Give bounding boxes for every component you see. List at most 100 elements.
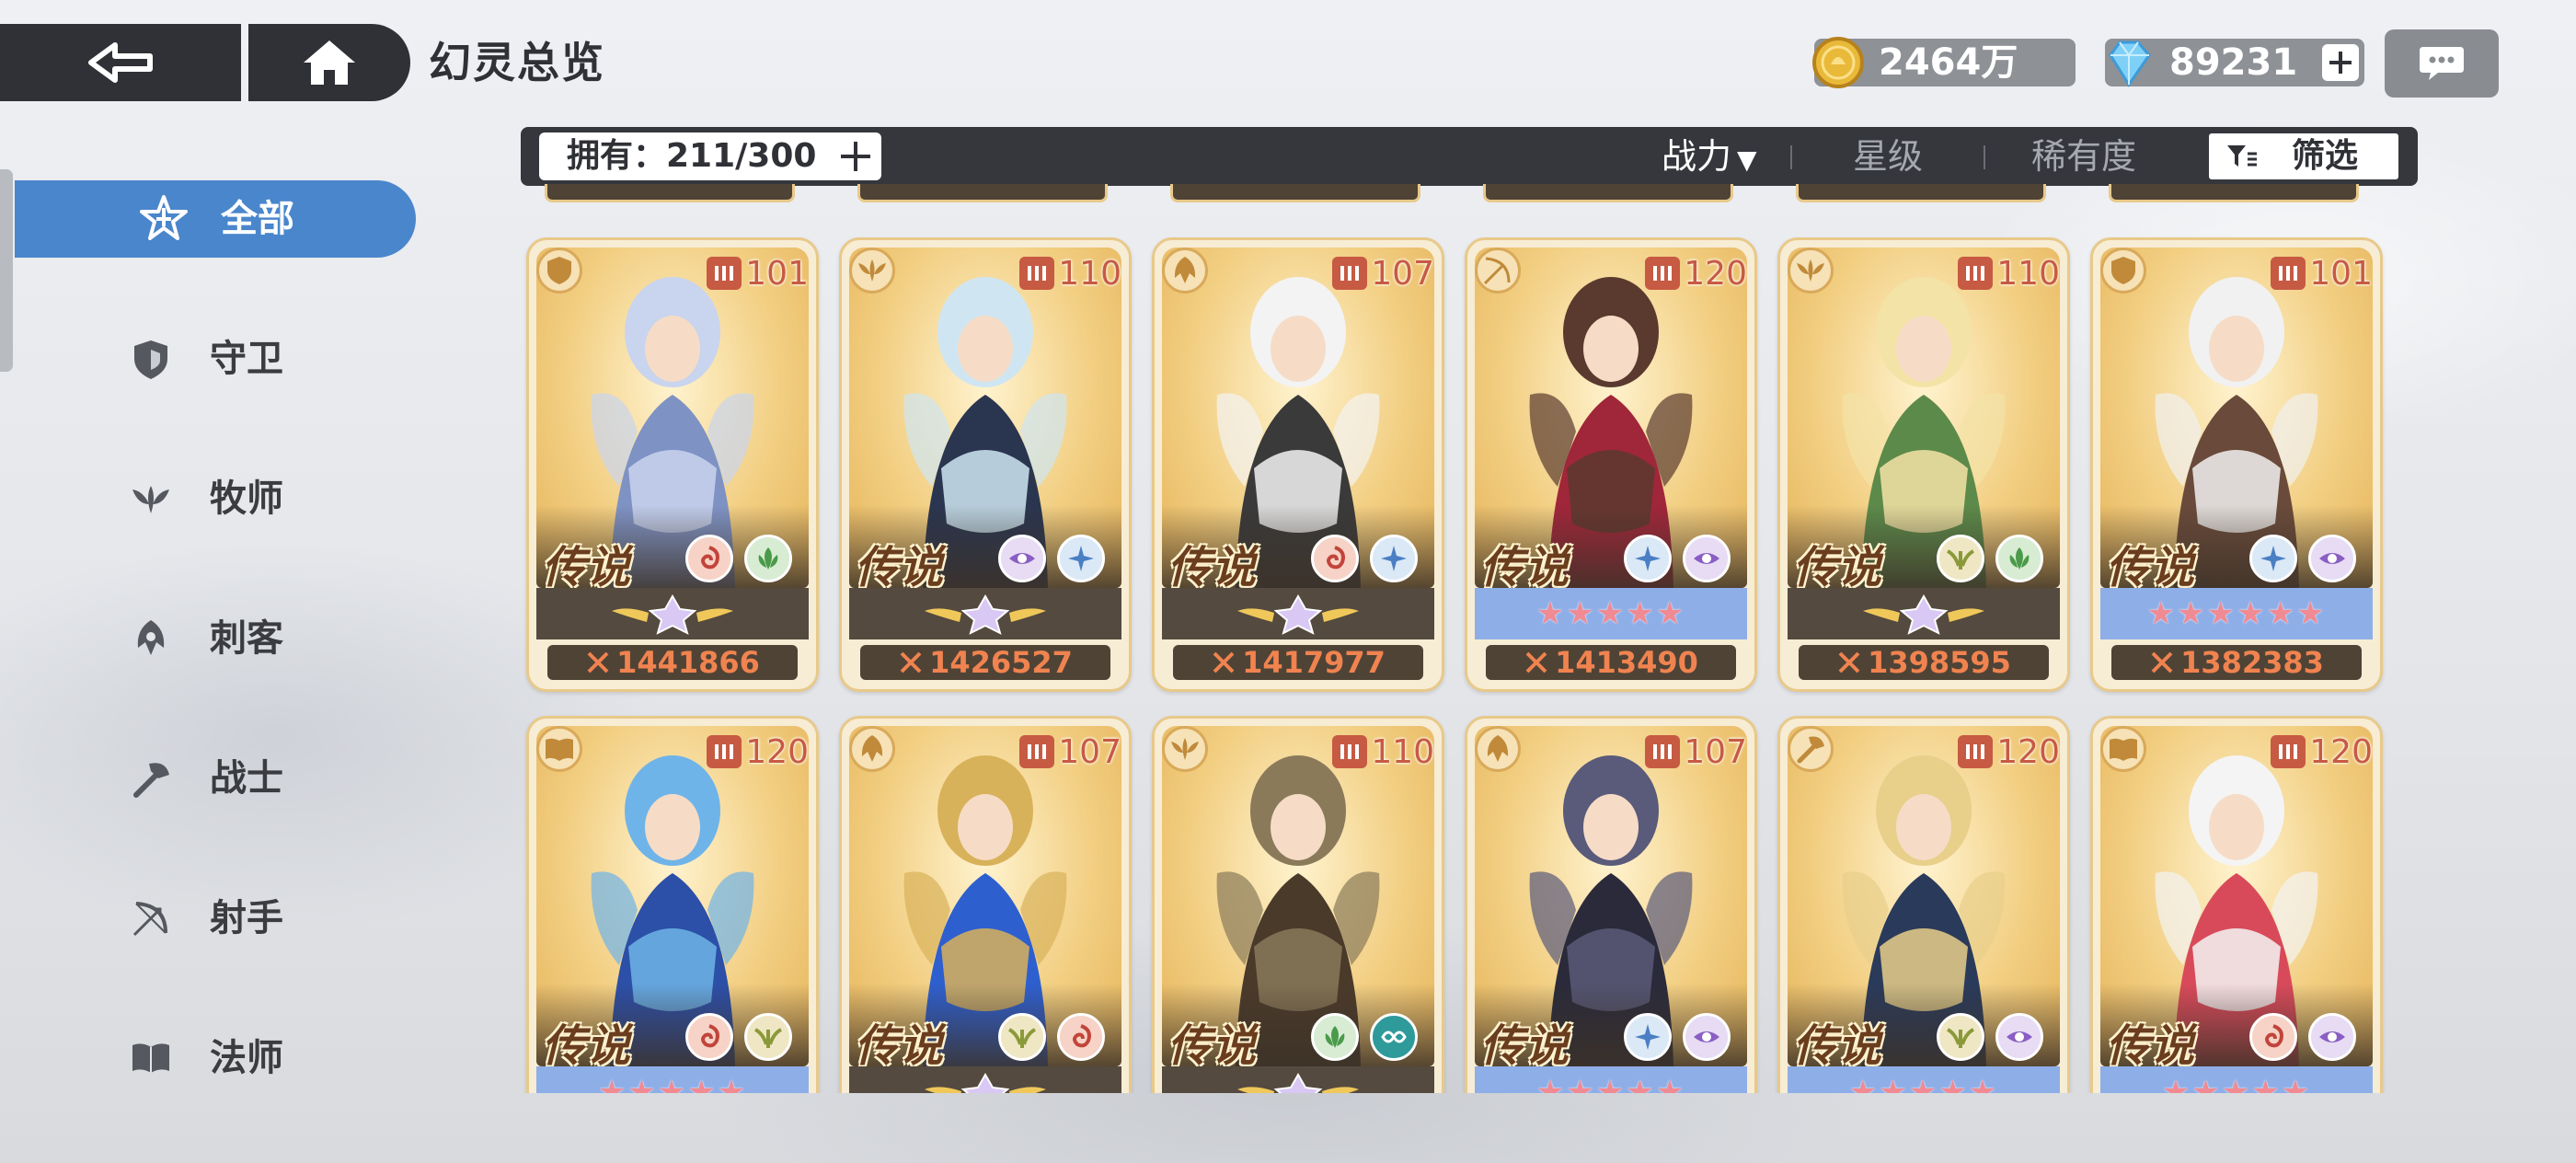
sidebar-item-all[interactable]: 全部 <box>15 180 416 258</box>
sidebar-item-guardian[interactable]: 守卫 <box>0 320 416 397</box>
hero-card[interactable]: 120 传说 ★★★★★ 1413490 <box>1465 237 1757 692</box>
rarity-label: 传说 <box>542 542 631 593</box>
infinity-element-icon <box>1370 1013 1418 1061</box>
book-icon <box>132 1043 169 1073</box>
assassin-icon <box>137 620 165 655</box>
rank-wings-band <box>849 588 1121 639</box>
nature-element-icon <box>1311 1013 1359 1061</box>
shield-icon <box>536 248 582 294</box>
level-number: 120 <box>1684 254 1747 293</box>
crossed-swords-icon <box>1213 651 1235 674</box>
sidebar-item-label: 牧师 <box>210 478 283 520</box>
star-rank-band: ★★★★★★ <box>2100 588 2373 639</box>
chat-button[interactable] <box>2385 29 2499 98</box>
sidebar-item-label: 守卫 <box>210 338 283 380</box>
level-bars-icon <box>2271 257 2306 290</box>
sort-rarity-tab[interactable]: 稀有度 <box>2031 127 2136 186</box>
fire-swirl-element-icon <box>2249 1013 2297 1061</box>
assassin-icon <box>849 726 895 772</box>
star-rank-band: ★★★★★ <box>2100 1066 2373 1093</box>
rank-wings-band <box>536 588 809 639</box>
rarity-label: 传说 <box>1480 542 1570 593</box>
gold-coin-icon <box>1812 37 1864 88</box>
power-value: 1426527 <box>929 645 1073 680</box>
hero-card[interactable]: 107 传说 <box>839 716 1132 1093</box>
owned-count-label: 拥有：211/300 <box>567 137 817 175</box>
rank-wings-band <box>1162 588 1434 639</box>
hero-card[interactable]: 120 传说 ★★★★★ <box>526 716 819 1093</box>
sort-star-tab[interactable]: 星级 <box>1853 127 1923 186</box>
power-bar: 1426527 <box>860 645 1110 680</box>
sidebar-item-warrior[interactable]: 战士 <box>0 740 416 817</box>
rank-wings-band <box>1788 588 2060 639</box>
level-bars-icon <box>1958 257 1994 290</box>
rarity-label: 传说 <box>2106 1020 2195 1072</box>
sidebar-item-priest[interactable]: 牧师 <box>0 460 416 537</box>
hero-card[interactable]: 107 传说 ★★★★★ <box>1465 716 1757 1093</box>
gem-value: 89231 <box>2169 41 2298 84</box>
filter-bar: 拥有：211/300 战力 ▼ 星级 稀有度 筛选 <box>521 127 2418 186</box>
rank-wings-band <box>1162 1066 1434 1093</box>
shield-icon <box>134 340 167 379</box>
leaf-wings-icon <box>849 248 895 294</box>
fire-swirl-element-icon <box>685 535 733 582</box>
sidebar-item-label: 全部 <box>221 198 294 240</box>
hero-card[interactable]: 110 传说 <box>1152 716 1444 1093</box>
card-grid[interactable]: 101 传说 1441866 110 传说 1426527 107 传说 1417977 120 传… <box>521 184 2418 1093</box>
power-value: 1382383 <box>2180 645 2324 680</box>
eye-element-icon <box>1683 1013 1731 1061</box>
level-indicator: 101 <box>2271 253 2373 294</box>
sidebar-item-mage[interactable]: 法师 <box>0 1019 416 1097</box>
hero-card[interactable]: 120 传说 ★★★★★ <box>2090 716 2383 1093</box>
level-indicator: 120 <box>707 731 809 772</box>
power-bar: 1417977 <box>1173 645 1423 680</box>
rarity-label: 传说 <box>1167 1020 1257 1072</box>
hero-card[interactable]: 101 传说 1441866 <box>526 237 819 692</box>
hero-card[interactable]: 120 传说 ★★★★★ <box>1777 716 2070 1093</box>
sidebar-item-label: 战士 <box>210 757 283 800</box>
power-bar: 1413490 <box>1486 645 1736 680</box>
star-rating: ★★★★★ <box>597 1074 748 1093</box>
diamond-icon <box>2109 40 2151 87</box>
star-rating: ★★★★★★ <box>2146 595 2327 632</box>
level-indicator: 110 <box>1019 253 1121 294</box>
eye-element-icon <box>998 535 1046 582</box>
sidebar-item-assassin[interactable]: 刺客 <box>0 600 416 677</box>
add-gems-button[interactable] <box>2322 44 2359 81</box>
star-rank-band: ★★★★★ <box>1475 588 1747 639</box>
level-bars-icon <box>1958 735 1994 768</box>
rank-wings-icon <box>925 593 1046 635</box>
rarity-label: 传说 <box>2106 542 2195 593</box>
sidebar-item-archer[interactable]: 射手 <box>0 880 416 957</box>
bow-icon <box>132 902 167 937</box>
hero-card[interactable]: 107 传说 1417977 <box>1152 237 1444 692</box>
star-rank-band: ★★★★★ <box>1788 1066 2060 1093</box>
hero-card[interactable]: 110 传说 1426527 <box>839 237 1132 692</box>
home-button[interactable] <box>248 24 410 101</box>
level-indicator: 107 <box>1332 253 1434 294</box>
rarity-label: 传说 <box>1793 1020 1882 1072</box>
level-bars-icon <box>1332 257 1368 290</box>
hero-card[interactable]: 110 传说 1398595 <box>1777 237 2070 692</box>
level-indicator: 110 <box>1958 253 2060 294</box>
sort-power-label: 战力 <box>1662 136 1732 177</box>
power-bar: 1382383 <box>2111 645 2362 680</box>
filter-button[interactable]: 筛选 <box>2206 131 2401 182</box>
rarity-label: 传说 <box>542 1020 631 1072</box>
back-button[interactable] <box>0 24 241 101</box>
hero-card[interactable]: 101 传说 ★★★★★★ 1382383 <box>2090 237 2383 692</box>
rank-wings-band <box>849 1066 1121 1093</box>
expand-capacity-plus-icon[interactable] <box>839 140 872 173</box>
power-value: 1417977 <box>1242 645 1386 680</box>
level-indicator: 101 <box>707 253 809 294</box>
rarity-label: 传说 <box>1167 542 1257 593</box>
level-indicator: 110 <box>1332 731 1434 772</box>
power-value: 1413490 <box>1555 645 1698 680</box>
book-icon <box>2100 726 2146 772</box>
level-number: 110 <box>1371 732 1434 771</box>
level-number: 101 <box>2309 254 2373 293</box>
owned-count-box[interactable]: 拥有：211/300 <box>539 132 881 180</box>
sort-power-tab[interactable]: 战力 ▼ <box>1662 127 1757 190</box>
crossed-swords-icon <box>1525 651 1547 674</box>
axe-icon <box>133 763 169 798</box>
